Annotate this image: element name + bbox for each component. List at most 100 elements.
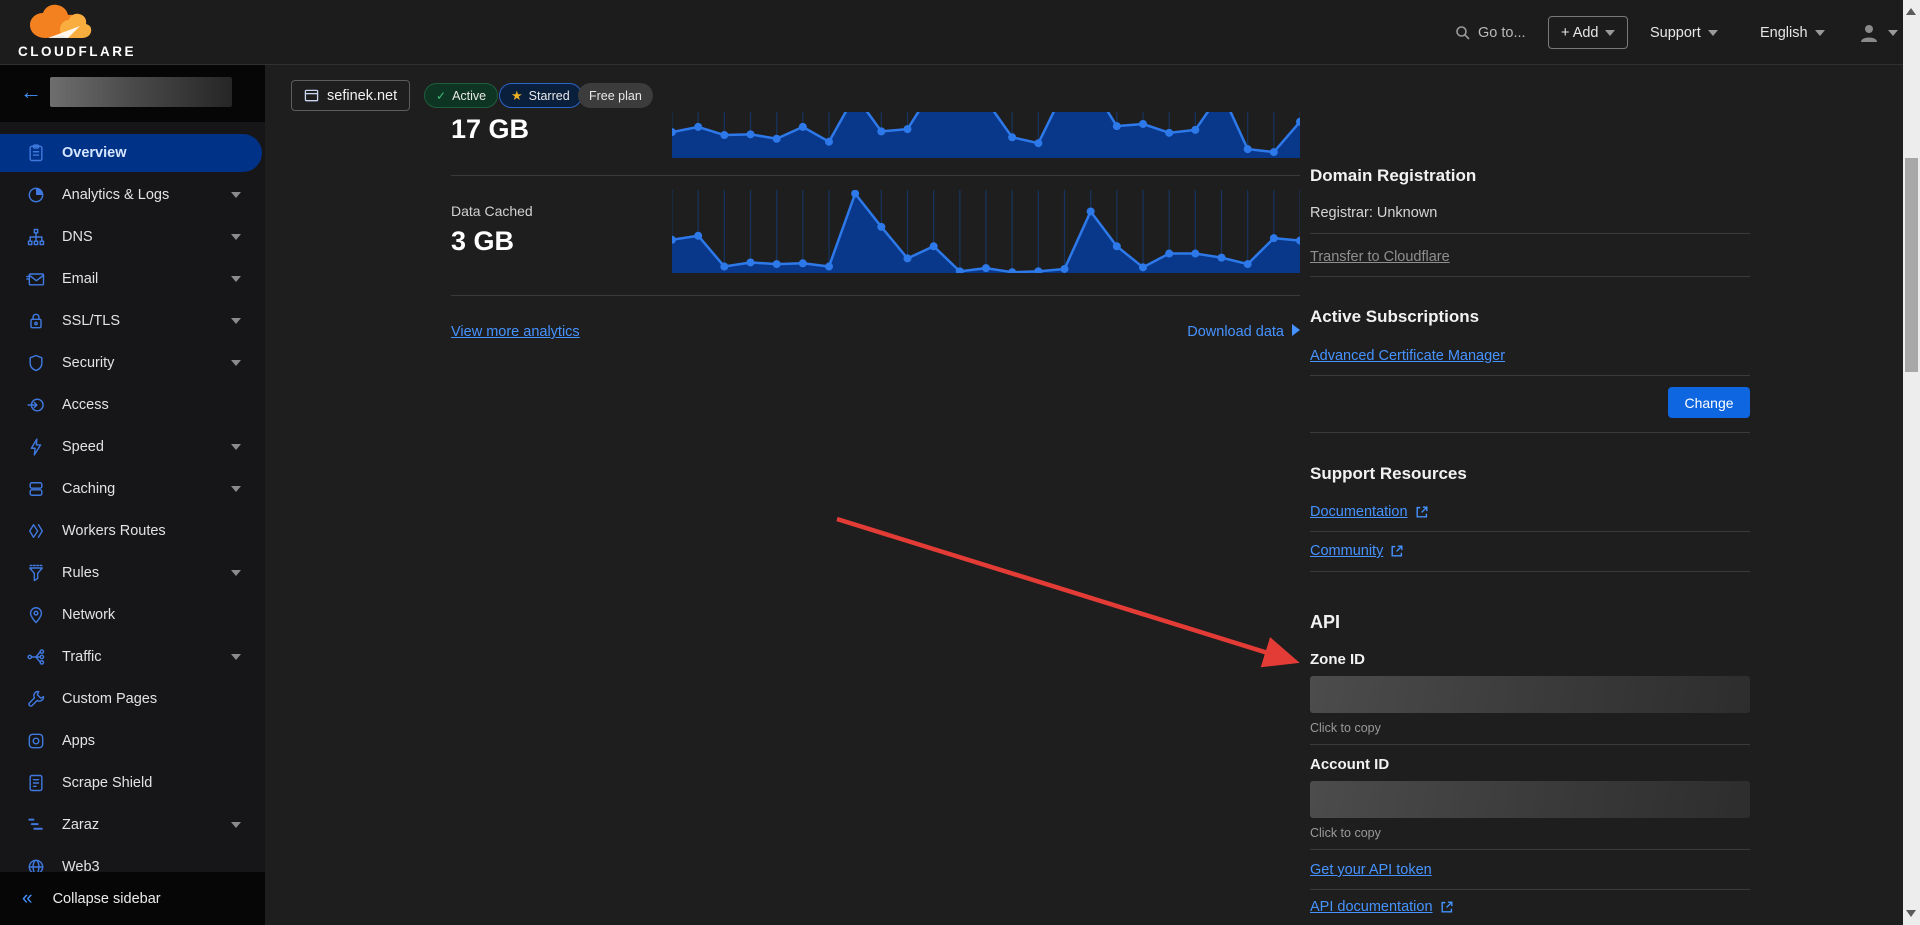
sidebar-item-label: Workers Routes (62, 523, 166, 539)
support-resources-heading: Support Resources (1310, 464, 1467, 484)
user-avatar-icon (1858, 22, 1880, 44)
sidebar-item-scrape-shield[interactable]: Scrape Shield (0, 764, 265, 802)
apps-icon (26, 731, 46, 751)
change-button[interactable]: Change (1668, 387, 1750, 418)
sidebar-item-label: Zaraz (62, 817, 99, 833)
check-icon: ✓ (436, 89, 446, 103)
account-id-label: Account ID (1310, 756, 1389, 773)
chevron-down-icon (231, 276, 241, 282)
sidebar-item-access[interactable]: Access (0, 386, 265, 424)
sidebar-item-workers-routes[interactable]: Workers Routes (0, 512, 265, 550)
external-link-icon (1415, 505, 1429, 519)
chevron-down-icon (231, 318, 241, 324)
divider (451, 175, 1300, 176)
cloudflare-logo[interactable]: CLOUDFLARE (18, 4, 128, 62)
divider (1310, 276, 1750, 277)
download-data-link[interactable]: Download data (1140, 324, 1300, 340)
view-more-analytics-link[interactable]: View more analytics (451, 324, 580, 340)
document-icon (26, 773, 46, 793)
domain-name: sefinek.net (327, 88, 397, 104)
community-link[interactable]: Community (1310, 543, 1404, 559)
top-navbar: CLOUDFLARE Go to... + Add Support Englis… (0, 0, 1903, 65)
add-label: + Add (1561, 25, 1599, 41)
language-label: English (1760, 25, 1808, 41)
sidebar-item-ssl-tls[interactable]: SSL/TLS (0, 302, 265, 340)
transfer-to-cloudflare-link[interactable]: Transfer to Cloudflare (1310, 249, 1450, 265)
sidebar-item-custom-pages[interactable]: Custom Pages (0, 680, 265, 718)
support-menu[interactable]: Support (1650, 0, 1718, 65)
access-icon (26, 395, 46, 415)
domain-button[interactable]: sefinek.net (291, 80, 410, 111)
collapse-sidebar-button[interactable]: « Collapse sidebar (0, 872, 265, 925)
sidebar-item-label: Custom Pages (62, 691, 157, 707)
sidebar-item-label: Caching (62, 481, 115, 497)
account-name-redacted[interactable] (50, 77, 232, 107)
website-window-icon (304, 88, 319, 103)
sidebar-item-traffic[interactable]: Traffic (0, 638, 265, 676)
account-id-copy-hint: Click to copy (1310, 826, 1381, 840)
domain-registration-heading: Domain Registration (1310, 166, 1476, 186)
add-button[interactable]: + Add (1548, 16, 1628, 49)
chevron-down-icon (231, 360, 241, 366)
metric-cached-value: 3 GB (451, 226, 514, 257)
dns-icon (26, 227, 46, 247)
api-documentation-label: API documentation (1310, 899, 1433, 915)
sidebar-item-zaraz[interactable]: Zaraz (0, 806, 265, 844)
starred-badge[interactable]: ★ Starred (499, 83, 582, 108)
chevron-down-icon (1708, 30, 1718, 36)
language-menu[interactable]: English (1760, 0, 1825, 65)
overview-icon (26, 143, 46, 163)
sidebar-item-network[interactable]: Network (0, 596, 265, 634)
sidebar-item-label: Speed (62, 439, 104, 455)
sidebar-item-overview[interactable]: Overview (0, 134, 262, 172)
account-menu[interactable] (1858, 0, 1898, 65)
chevron-down-icon (231, 570, 241, 576)
active-badge-label: Active (452, 89, 486, 103)
page-scrollbar[interactable] (1903, 0, 1920, 925)
support-label: Support (1650, 25, 1701, 41)
scrollbar-up-arrow[interactable] (1906, 8, 1916, 15)
sidebar-item-rules[interactable]: Rules (0, 554, 265, 592)
documentation-link[interactable]: Documentation (1310, 504, 1429, 520)
cache-icon (26, 479, 46, 499)
zone-id-value-redacted[interactable] (1310, 676, 1750, 713)
sidebar-item-caching[interactable]: Caching (0, 470, 265, 508)
email-icon (26, 269, 46, 289)
divider (1310, 233, 1750, 234)
advanced-certificate-manager-link[interactable]: Advanced Certificate Manager (1310, 348, 1505, 364)
divider (1310, 571, 1750, 572)
divider (1310, 531, 1750, 532)
sidebar-item-apps[interactable]: Apps (0, 722, 265, 760)
active-subscriptions-heading: Active Subscriptions (1310, 307, 1479, 327)
pin-icon (26, 605, 46, 625)
scrollbar-down-arrow[interactable] (1906, 910, 1916, 917)
chevron-down-icon (231, 444, 241, 450)
divider (1310, 375, 1750, 376)
sidebar-item-security[interactable]: Security (0, 344, 265, 382)
chevron-down-icon (231, 234, 241, 240)
go-to-search[interactable]: Go to... (1455, 0, 1526, 65)
sidebar-item-dns[interactable]: DNS (0, 218, 265, 256)
sidebar-item-label: Security (62, 355, 114, 371)
play-triangle-icon (1292, 324, 1300, 336)
divider (1310, 432, 1750, 433)
api-documentation-link[interactable]: API documentation (1310, 899, 1454, 915)
download-data-label: Download data (1187, 324, 1284, 340)
lock-icon (26, 311, 46, 331)
registrar-text: Registrar: Unknown (1310, 205, 1437, 221)
scrollbar-thumb[interactable] (1905, 158, 1918, 372)
sidebar-item-speed[interactable]: Speed (0, 428, 265, 466)
cloudflare-cloud-icon (18, 4, 128, 44)
divider (1310, 744, 1750, 745)
get-api-token-link[interactable]: Get your API token (1310, 862, 1432, 878)
chevron-down-icon (1888, 30, 1898, 36)
account-id-value-redacted[interactable] (1310, 781, 1750, 818)
back-arrow-icon[interactable]: ← (20, 79, 42, 105)
bolt-icon (26, 437, 46, 457)
external-link-icon (1440, 900, 1454, 914)
sidebar-item-label: Email (62, 271, 98, 287)
search-icon (1455, 25, 1471, 41)
external-link-icon (1390, 544, 1404, 558)
sidebar-item-email[interactable]: Email (0, 260, 265, 298)
sidebar-item-analytics-logs[interactable]: Analytics & Logs (0, 176, 265, 214)
